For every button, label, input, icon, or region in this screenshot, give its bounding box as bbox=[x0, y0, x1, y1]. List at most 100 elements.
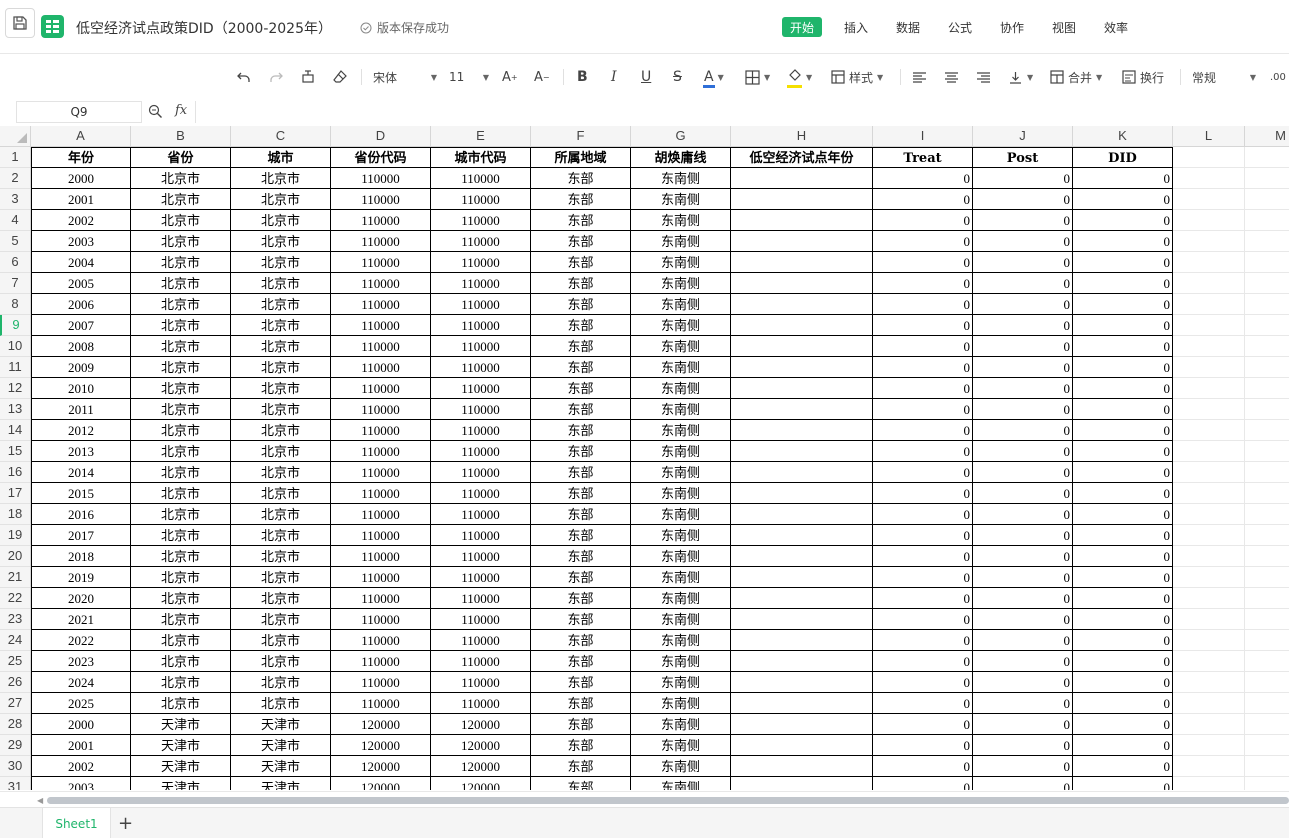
row-header-1[interactable]: 1 bbox=[0, 147, 31, 168]
data-cell[interactable]: 0 bbox=[973, 168, 1073, 189]
data-cell[interactable]: 北京市 bbox=[231, 252, 331, 273]
empty-cell[interactable] bbox=[1245, 693, 1289, 714]
menu-tab-efficiency[interactable]: 效率 bbox=[1096, 17, 1136, 37]
empty-cell[interactable] bbox=[1173, 504, 1245, 525]
data-cell[interactable]: 0 bbox=[873, 483, 973, 504]
data-cell[interactable]: 北京市 bbox=[231, 336, 331, 357]
data-cell[interactable]: 天津市 bbox=[131, 777, 231, 790]
data-cell[interactable]: 0 bbox=[1073, 525, 1173, 546]
column-header-d[interactable]: D bbox=[331, 126, 431, 147]
data-cell[interactable]: 0 bbox=[873, 441, 973, 462]
row-header-30[interactable]: 30 bbox=[0, 756, 31, 777]
align-center-icon[interactable] bbox=[944, 67, 959, 87]
data-cell[interactable]: 北京市 bbox=[131, 651, 231, 672]
data-cell[interactable]: 0 bbox=[873, 756, 973, 777]
data-cell[interactable]: 东南侧 bbox=[631, 525, 731, 546]
row-header-11[interactable]: 11 bbox=[0, 357, 31, 378]
data-cell[interactable]: 天津市 bbox=[131, 756, 231, 777]
empty-cell[interactable] bbox=[1173, 441, 1245, 462]
data-cell[interactable]: 110000 bbox=[431, 357, 531, 378]
cell-style-button[interactable]: 样式 ▼ bbox=[831, 67, 883, 87]
data-cell[interactable] bbox=[731, 588, 873, 609]
data-cell[interactable]: 0 bbox=[973, 420, 1073, 441]
data-cell[interactable]: 北京市 bbox=[231, 525, 331, 546]
data-cell[interactable]: 0 bbox=[873, 672, 973, 693]
data-cell[interactable]: 东部 bbox=[531, 315, 631, 336]
empty-cell[interactable] bbox=[1173, 567, 1245, 588]
data-cell[interactable]: 110000 bbox=[331, 693, 431, 714]
empty-cell[interactable] bbox=[1245, 273, 1289, 294]
data-cell[interactable]: 0 bbox=[973, 399, 1073, 420]
data-cell[interactable]: 东部 bbox=[531, 441, 631, 462]
data-cell[interactable]: 0 bbox=[973, 231, 1073, 252]
data-cell[interactable] bbox=[731, 294, 873, 315]
empty-cell[interactable] bbox=[1245, 630, 1289, 651]
data-cell[interactable]: 110000 bbox=[431, 441, 531, 462]
data-cell[interactable] bbox=[731, 714, 873, 735]
data-cell[interactable]: 0 bbox=[1073, 504, 1173, 525]
data-cell[interactable]: 0 bbox=[1073, 777, 1173, 790]
data-cell[interactable] bbox=[731, 735, 873, 756]
empty-cell[interactable] bbox=[1245, 672, 1289, 693]
data-cell[interactable]: 110000 bbox=[331, 567, 431, 588]
menu-tab-collaborate[interactable]: 协作 bbox=[992, 17, 1032, 37]
data-cell[interactable]: 东南侧 bbox=[631, 777, 731, 790]
data-cell[interactable]: 天津市 bbox=[131, 714, 231, 735]
column-header-j[interactable]: J bbox=[973, 126, 1073, 147]
column-header-i[interactable]: I bbox=[873, 126, 973, 147]
empty-cell[interactable] bbox=[1173, 168, 1245, 189]
merge-cells-button[interactable]: 合并 ▼ bbox=[1050, 67, 1102, 87]
data-cell[interactable]: 110000 bbox=[331, 378, 431, 399]
empty-cell[interactable] bbox=[1173, 336, 1245, 357]
data-cell[interactable]: 0 bbox=[873, 399, 973, 420]
data-cell[interactable]: 2018 bbox=[31, 546, 131, 567]
data-cell[interactable]: 北京市 bbox=[131, 441, 231, 462]
data-cell[interactable]: 0 bbox=[873, 693, 973, 714]
data-cell[interactable]: 东部 bbox=[531, 378, 631, 399]
data-cell[interactable]: 0 bbox=[973, 567, 1073, 588]
data-cell[interactable]: 110000 bbox=[331, 399, 431, 420]
data-cell[interactable]: 北京市 bbox=[231, 588, 331, 609]
data-cell[interactable]: 0 bbox=[1073, 420, 1173, 441]
data-cell[interactable]: 110000 bbox=[331, 630, 431, 651]
data-cell[interactable]: 0 bbox=[973, 735, 1073, 756]
data-cell[interactable]: 2001 bbox=[31, 735, 131, 756]
header-cell[interactable]: 城市 bbox=[231, 147, 331, 168]
header-cell[interactable]: 胡焕庸线 bbox=[631, 147, 731, 168]
empty-cell[interactable] bbox=[1173, 399, 1245, 420]
data-cell[interactable]: 0 bbox=[873, 252, 973, 273]
row-header-14[interactable]: 14 bbox=[0, 420, 31, 441]
row-header-12[interactable]: 12 bbox=[0, 378, 31, 399]
data-cell[interactable]: 北京市 bbox=[231, 672, 331, 693]
data-cell[interactable]: 120000 bbox=[431, 777, 531, 790]
clear-format-icon[interactable] bbox=[332, 67, 348, 87]
data-cell[interactable]: 120000 bbox=[331, 714, 431, 735]
data-cell[interactable]: 东南侧 bbox=[631, 441, 731, 462]
data-cell[interactable]: 0 bbox=[973, 630, 1073, 651]
data-cell[interactable]: 110000 bbox=[331, 588, 431, 609]
data-cell[interactable]: 0 bbox=[873, 714, 973, 735]
data-cell[interactable]: 东部 bbox=[531, 777, 631, 790]
data-cell[interactable]: 0 bbox=[973, 441, 1073, 462]
data-cell[interactable]: 北京市 bbox=[131, 189, 231, 210]
data-cell[interactable]: 北京市 bbox=[231, 399, 331, 420]
data-cell[interactable]: 0 bbox=[1073, 315, 1173, 336]
data-cell[interactable]: 2008 bbox=[31, 336, 131, 357]
data-cell[interactable]: 东南侧 bbox=[631, 630, 731, 651]
empty-cell[interactable] bbox=[1245, 294, 1289, 315]
data-cell[interactable]: 110000 bbox=[431, 168, 531, 189]
empty-cell[interactable] bbox=[1245, 546, 1289, 567]
row-header-4[interactable]: 4 bbox=[0, 210, 31, 231]
data-cell[interactable]: 2003 bbox=[31, 777, 131, 790]
data-cell[interactable]: 110000 bbox=[331, 315, 431, 336]
data-cell[interactable]: 110000 bbox=[331, 420, 431, 441]
decrease-font-icon[interactable]: A − bbox=[534, 67, 550, 87]
data-cell[interactable]: 110000 bbox=[431, 252, 531, 273]
data-cell[interactable]: 东部 bbox=[531, 735, 631, 756]
data-cell[interactable]: 110000 bbox=[331, 483, 431, 504]
data-cell[interactable]: 110000 bbox=[331, 210, 431, 231]
data-cell[interactable]: 0 bbox=[873, 504, 973, 525]
data-cell[interactable]: 0 bbox=[873, 462, 973, 483]
data-cell[interactable]: 东南侧 bbox=[631, 420, 731, 441]
empty-cell[interactable] bbox=[1173, 630, 1245, 651]
